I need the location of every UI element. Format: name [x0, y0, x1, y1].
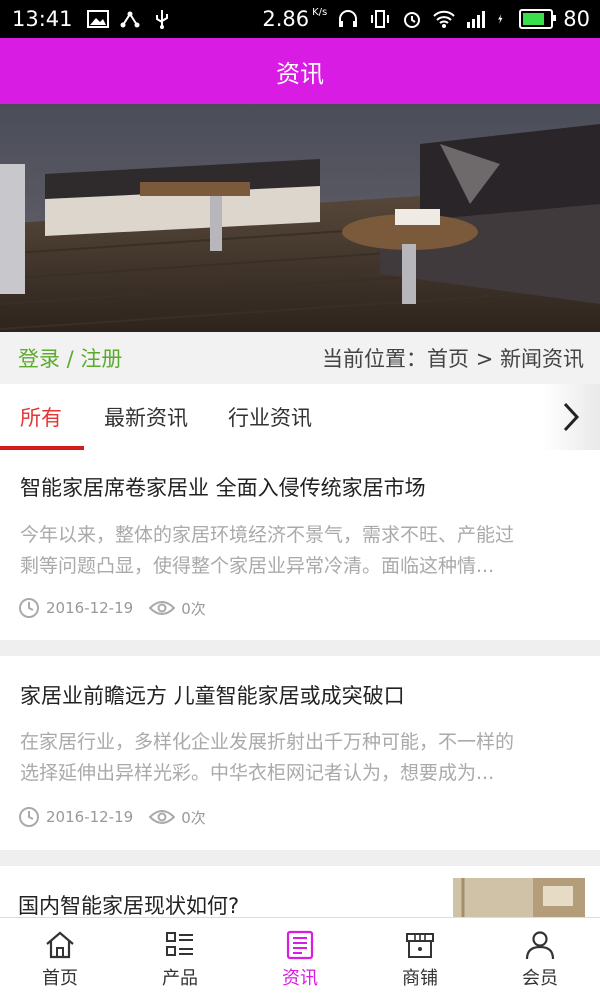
status-time: 13:41: [12, 7, 73, 31]
signal-4g-icon: [467, 11, 486, 28]
network-speed: 2.86 K/s: [262, 7, 328, 31]
eye-icon: [149, 810, 176, 824]
news-icon: [286, 930, 314, 959]
article-thumbnail: [453, 878, 585, 917]
article-summary: 在家居行业，多样化企业发展折射出千万种可能，不一样的 选择延伸出异样光彩。中华衣…: [20, 731, 515, 784]
breadcrumb: 当前位置：首页 > 新闻资讯: [322, 347, 584, 371]
article-item[interactable]: 智能家居席卷家居业 全面入侵传统家居市场 今年以来，整体的家居环境经济不景气，需…: [0, 450, 600, 640]
nav-home[interactable]: 首页: [0, 918, 120, 1001]
article-date: 2016-12-19: [46, 599, 134, 617]
nav-products[interactable]: 产品: [120, 918, 240, 1001]
home-icon: [46, 931, 74, 958]
chevron-right-icon: [563, 402, 580, 432]
nav-member[interactable]: 会员: [480, 918, 600, 1001]
clock-icon: [19, 807, 39, 827]
tab-industry-news[interactable]: 行业资讯: [228, 384, 312, 450]
tab-latest-news[interactable]: 最新资讯: [104, 384, 188, 450]
bottom-navigation: 首页 产品 资讯 商铺 会员: [0, 917, 600, 1001]
article-title: 智能家居席卷家居业 全面入侵传统家居市场: [20, 476, 426, 500]
page-title: 资讯: [276, 59, 324, 88]
vibrate-icon: [371, 10, 390, 28]
list-divider: [0, 640, 600, 656]
usb-icon: [155, 10, 168, 29]
page-header: 资讯: [0, 38, 600, 104]
article-views: 0次: [181, 599, 206, 618]
shop-icon: [406, 932, 434, 958]
article-title: 家居业前瞻远方 儿童智能家居或成突破口: [20, 684, 405, 708]
alarm-icon: [404, 12, 421, 28]
list-divider: [0, 850, 600, 866]
article-meta: 2016-12-19 0次: [18, 597, 222, 619]
status-bar: 13:41 2.86 K/s 80: [0, 0, 600, 38]
article-title: 国内智能家居现状如何?: [18, 894, 240, 917]
banner-image[interactable]: [0, 104, 600, 332]
usb-share-icon: [120, 11, 140, 28]
article-item[interactable]: 家居业前瞻远方 儿童智能家居或成突破口 在家居行业，多样化企业发展折射出千万种可…: [0, 656, 600, 848]
image-icon: [86, 10, 109, 28]
article-summary: 今年以来，整体的家居环境经济不景气，需求不旺、产能过 剩等问题凸显，使得整个家居…: [20, 524, 515, 577]
clock-icon: [19, 598, 39, 618]
headphones-icon: [339, 10, 358, 27]
category-tabs: 所有 最新资讯 行业资讯: [0, 384, 600, 450]
location-bar: 登录 / 注册 当前位置：首页 > 新闻资讯: [0, 332, 600, 384]
battery-icon: [519, 9, 557, 29]
nav-shops[interactable]: 商铺: [360, 918, 480, 1001]
yacht-deck-illustration: [0, 104, 600, 332]
eye-icon: [149, 601, 176, 615]
tabs-scroll-right-button[interactable]: [542, 384, 600, 450]
charging-icon: [498, 14, 503, 24]
wifi-icon: [433, 10, 455, 28]
login-register-link[interactable]: 登录 / 注册: [18, 343, 122, 373]
grid-list-icon: [166, 931, 193, 956]
article-date: 2016-12-19: [46, 808, 134, 826]
battery-percent: 80: [563, 7, 590, 31]
article-item[interactable]: 国内智能家居现状如何?: [0, 866, 600, 917]
tab-all[interactable]: 所有: [0, 384, 84, 450]
nav-news[interactable]: 资讯: [240, 918, 360, 1001]
article-meta: 2016-12-19 0次: [18, 806, 222, 828]
user-icon: [525, 930, 555, 959]
article-views: 0次: [181, 808, 206, 827]
